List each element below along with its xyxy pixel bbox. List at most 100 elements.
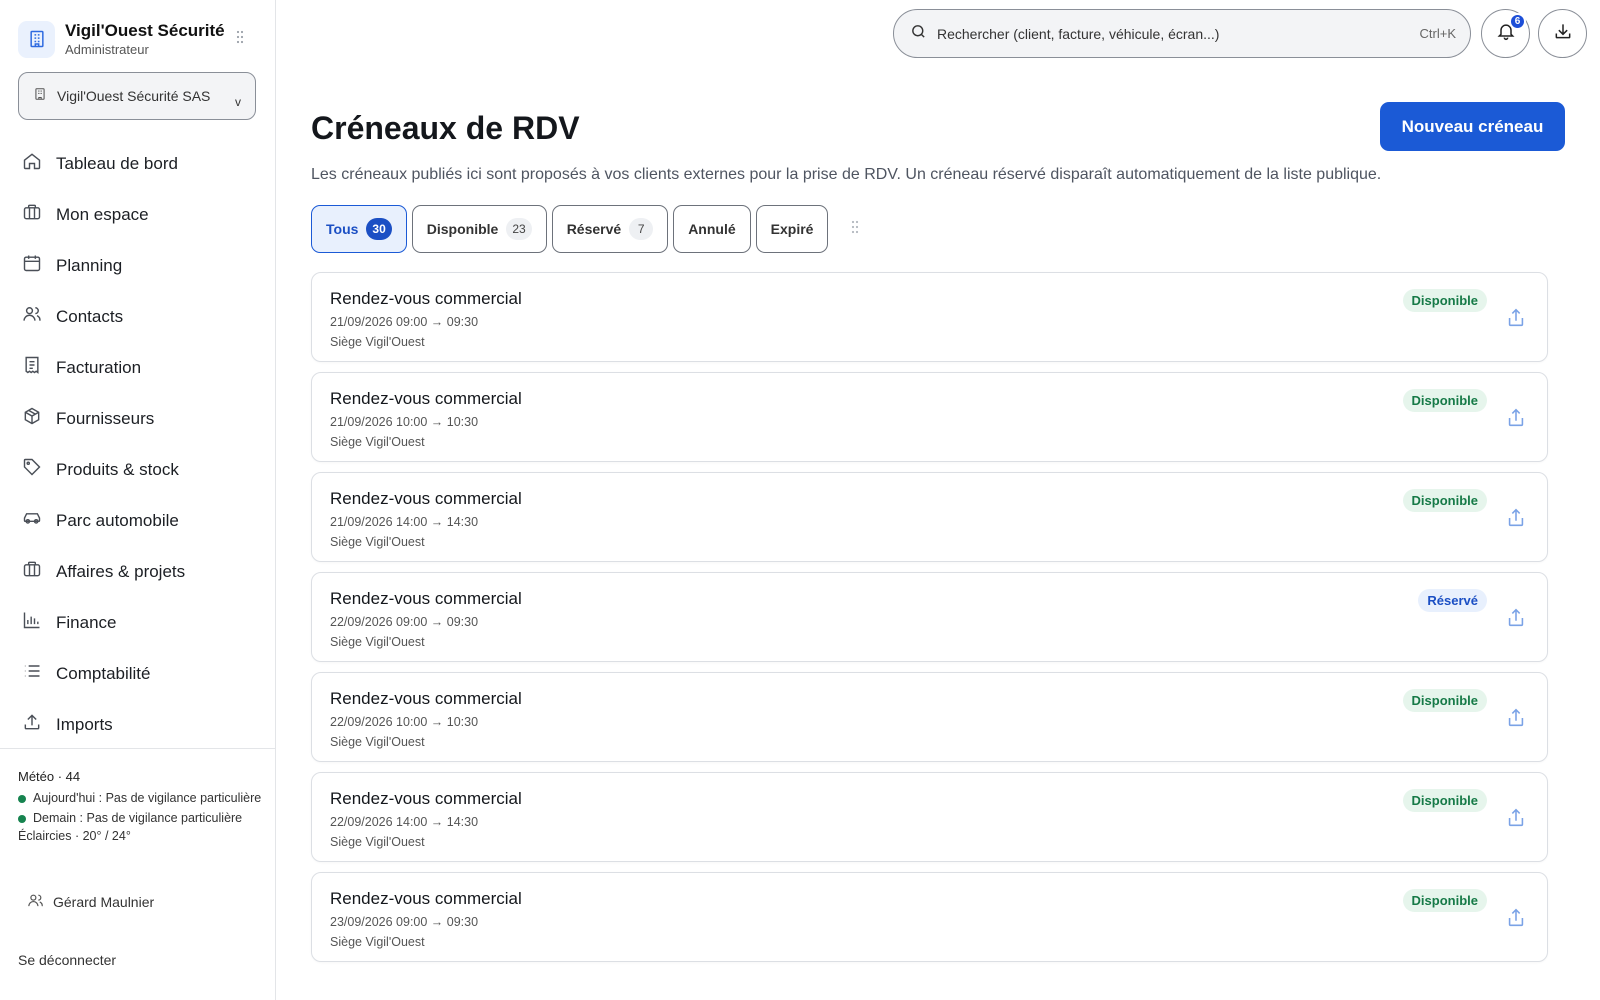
- sidebar: Vigil'Ouest Sécurité Administrateur Vigi…: [0, 0, 276, 1000]
- filter-tab-count: 30: [366, 218, 392, 240]
- slot-time: 22/09/2026 14:00 → 14:30: [330, 815, 479, 829]
- status-badge: Disponible: [1402, 889, 1487, 912]
- slot-time: 22/09/2026 10:00 → 10:30: [330, 715, 479, 729]
- filter-tab-disponible[interactable]: Disponible 23: [411, 205, 547, 253]
- receipt-icon: [22, 355, 42, 380]
- slot-card[interactable]: Rendez-vous commercial 21/09/2026 14:00 …: [311, 472, 1548, 562]
- logout-link[interactable]: Se déconnecter: [18, 952, 116, 968]
- sidebar-item-label: Comptabilité: [56, 663, 151, 683]
- user-name: Gérard Maulnier: [53, 894, 155, 910]
- page-description: Les créneaux publiés ici sont proposés à…: [311, 166, 1382, 183]
- sidebar-item-label: Fournisseurs: [56, 408, 155, 428]
- tag-icon: [22, 457, 42, 482]
- status-badge: Disponible: [1402, 489, 1487, 512]
- filter-tab-count: 7: [629, 218, 654, 240]
- filter-tab-reserve[interactable]: Réservé 7: [551, 205, 669, 253]
- download-icon: [1553, 21, 1573, 46]
- slot-card[interactable]: Rendez-vous commercial 22/09/2026 14:00 …: [311, 772, 1548, 862]
- share-icon[interactable]: [1505, 307, 1527, 329]
- status-badge: Disponible: [1402, 289, 1487, 312]
- user-icon: [27, 892, 44, 912]
- slot-card[interactable]: Rendez-vous commercial 21/09/2026 09:00 …: [311, 272, 1548, 362]
- share-icon[interactable]: [1505, 707, 1527, 729]
- filter-tab-tous[interactable]: Tous 30: [311, 205, 407, 253]
- notification-count-badge: 6: [1509, 13, 1526, 30]
- sidebar-item-label: Facturation: [56, 357, 142, 377]
- share-icon[interactable]: [1505, 507, 1527, 529]
- status-badge: Réservé: [1418, 589, 1487, 612]
- slot-card[interactable]: Rendez-vous commercial 22/09/2026 09:00 …: [311, 572, 1548, 662]
- filter-tab-label: Tous: [326, 221, 359, 237]
- filter-tab-expire[interactable]: Expiré: [755, 205, 829, 253]
- sidebar-item-contacts[interactable]: Contacts: [0, 291, 276, 342]
- new-slot-button[interactable]: Nouveau créneau: [1380, 102, 1565, 151]
- sidebar-item-comptabilite[interactable]: Comptabilité: [0, 648, 276, 699]
- slot-card[interactable]: Rendez-vous commercial 22/09/2026 10:00 …: [311, 672, 1548, 762]
- slot-location: Siège Vigil'Ouest: [330, 535, 425, 549]
- organization-select-value: Vigil'Ouest Sécurité SAS: [57, 88, 211, 104]
- sidebar-item-produits-stock[interactable]: Produits & stock: [0, 444, 276, 495]
- bar-chart-icon: [22, 610, 42, 635]
- status-filter-tabs: Tous 30 Disponible 23 Réservé 7 Annulé E…: [311, 205, 859, 253]
- sidebar-item-facturation[interactable]: Facturation: [0, 342, 276, 393]
- sidebar-item-parc-automobile[interactable]: Parc automobile: [0, 495, 276, 546]
- sidebar-item-label: Tableau de bord: [56, 153, 178, 173]
- slot-location: Siège Vigil'Ouest: [330, 735, 425, 749]
- slot-time: 22/09/2026 09:00 → 09:30: [330, 615, 479, 629]
- slot-time: 23/09/2026 09:00 → 09:30: [330, 915, 479, 929]
- share-icon[interactable]: [1505, 907, 1527, 929]
- brand-name: Vigil'Ouest Sécurité: [65, 20, 225, 40]
- slot-location: Siège Vigil'Ouest: [330, 835, 425, 849]
- search-input[interactable]: Rechercher (client, facture, véhicule, é…: [893, 9, 1471, 58]
- sidebar-item-mon-espace[interactable]: Mon espace: [0, 189, 276, 240]
- slot-card[interactable]: Rendez-vous commercial 23/09/2026 09:00 …: [311, 872, 1548, 962]
- search-icon: [910, 23, 927, 45]
- filter-tab-annule[interactable]: Annulé: [673, 205, 751, 253]
- organization-select[interactable]: Vigil'Ouest Sécurité SAS v: [18, 72, 256, 120]
- share-icon[interactable]: [1505, 407, 1527, 429]
- sidebar-item-affaires-projets[interactable]: Affaires & projets: [0, 546, 276, 597]
- drag-handle-icon[interactable]: [851, 220, 859, 239]
- users-icon: [22, 304, 42, 329]
- drag-handle-icon[interactable]: [236, 30, 244, 49]
- share-icon[interactable]: [1505, 807, 1527, 829]
- car-icon: [22, 508, 42, 533]
- calendar-icon: [22, 253, 42, 278]
- slot-title: Rendez-vous commercial: [330, 289, 522, 308]
- sidebar-item-label: Finance: [56, 612, 117, 632]
- list-icon: [22, 661, 42, 686]
- upload-icon: [22, 712, 42, 737]
- slot-location: Siège Vigil'Ouest: [330, 935, 425, 949]
- slot-card[interactable]: Rendez-vous commercial 21/09/2026 10:00 …: [311, 372, 1548, 462]
- weather-tomorrow: Demain : Pas de vigilance particulière: [33, 811, 243, 825]
- slot-title: Rendez-vous commercial: [330, 589, 522, 608]
- weather-conditions: Éclaircies · 20° / 24°: [18, 829, 131, 843]
- slot-time: 21/09/2026 10:00 → 10:30: [330, 415, 479, 429]
- slot-title: Rendez-vous commercial: [330, 689, 522, 708]
- sidebar-item-tableau-de-bord[interactable]: Tableau de bord: [0, 138, 276, 189]
- sidebar-nav: Tableau de bord Mon espace Planning Cont…: [0, 138, 276, 750]
- share-icon[interactable]: [1505, 607, 1527, 629]
- search-placeholder: Rechercher (client, facture, véhicule, é…: [937, 25, 1220, 42]
- slot-title: Rendez-vous commercial: [330, 889, 522, 908]
- sidebar-item-imports[interactable]: Imports: [0, 699, 276, 750]
- slot-list: Rendez-vous commercial 21/09/2026 09:00 …: [311, 272, 1548, 972]
- filter-tab-label: Disponible: [426, 221, 499, 237]
- briefcase-icon: [22, 202, 42, 227]
- chevron-down-icon: v: [235, 95, 241, 109]
- sidebar-item-label: Contacts: [56, 306, 124, 326]
- slot-title: Rendez-vous commercial: [330, 489, 522, 508]
- filter-tab-label: Annulé: [688, 221, 736, 237]
- notifications-button[interactable]: 6: [1481, 9, 1530, 58]
- filter-tab-count: 23: [506, 218, 532, 240]
- sidebar-item-finance[interactable]: Finance: [0, 597, 276, 648]
- home-icon: [22, 151, 42, 176]
- sidebar-item-planning[interactable]: Planning: [0, 240, 276, 291]
- slot-title: Rendez-vous commercial: [330, 389, 522, 408]
- download-button[interactable]: [1538, 9, 1587, 58]
- weather-widget: Météo · 44 Aujourd'hui : Pas de vigilanc…: [18, 769, 263, 843]
- sidebar-item-label: Mon espace: [56, 204, 149, 224]
- sidebar-item-label: Affaires & projets: [56, 561, 186, 581]
- sidebar-item-fournisseurs[interactable]: Fournisseurs: [0, 393, 276, 444]
- user-profile[interactable]: Gérard Maulnier: [18, 892, 154, 912]
